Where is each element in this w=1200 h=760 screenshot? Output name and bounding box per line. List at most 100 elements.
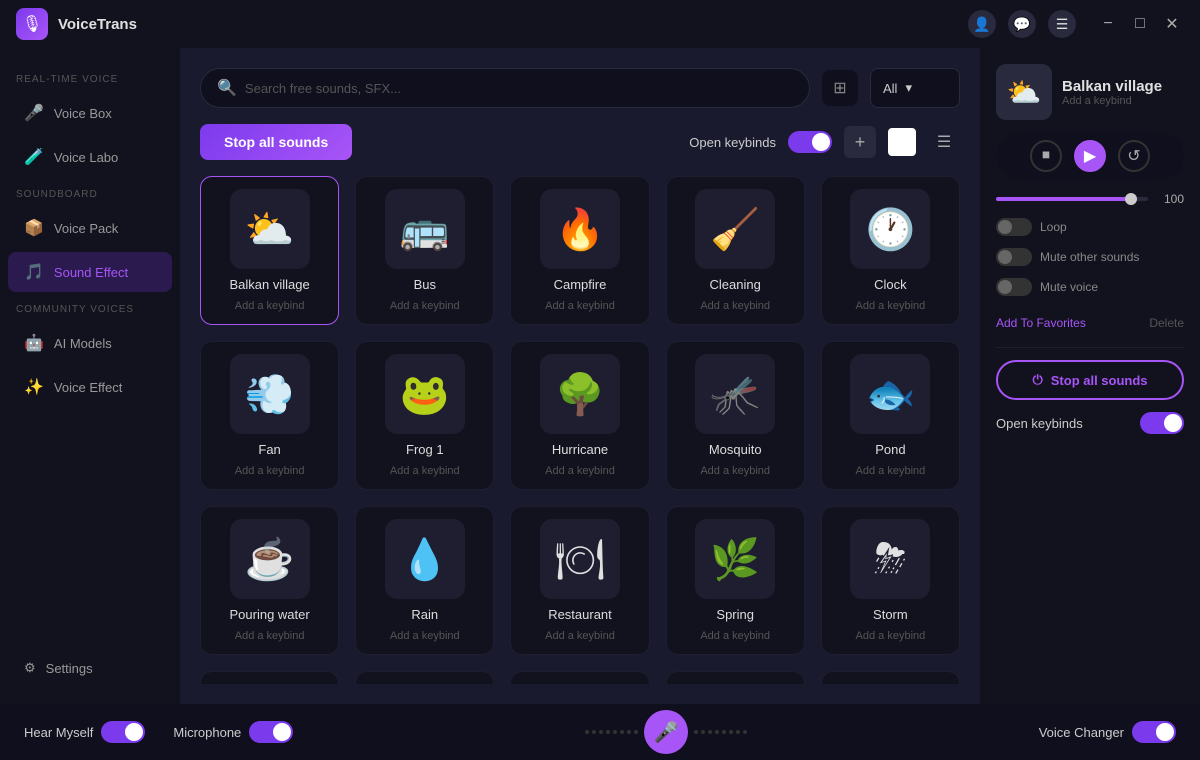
sound-card-cleaning[interactable]: 🧹CleaningAdd a keybind — [666, 176, 805, 325]
add-button[interactable]: + — [844, 126, 876, 158]
sound-keybind-campfire: Add a keybind — [545, 300, 615, 312]
sound-icon-fan: 💨 — [230, 354, 310, 434]
mic-button[interactable]: 🎤 — [644, 710, 688, 754]
sound-keybind-cleaning: Add a keybind — [700, 300, 770, 312]
sidebar-item-ai-models[interactable]: 🤖 AI Models — [8, 323, 172, 363]
sound-card-mosquito[interactable]: 🦟MosquitoAdd a keybind — [666, 341, 805, 490]
sound-card-hurricane[interactable]: 🌳HurricaneAdd a keybind — [510, 341, 649, 490]
voice-changer-toggle[interactable] — [1132, 721, 1176, 743]
sound-card-rain[interactable]: 💧RainAdd a keybind — [355, 506, 494, 655]
stop-button[interactable]: ⏹ — [1030, 140, 1062, 172]
voice-pack-icon: 📦 — [24, 218, 44, 238]
sound-keybind-mosquito: Add a keybind — [700, 465, 770, 477]
volume-slider[interactable] — [996, 197, 1148, 201]
sound-card-bus[interactable]: 🚌 Bus Add a keybind — [355, 176, 494, 325]
keybinds-toggle[interactable] — [788, 131, 832, 153]
close-button[interactable]: ✕ — [1160, 12, 1184, 36]
sidebar-item-voice-effect[interactable]: ✨ Voice Effect — [8, 367, 172, 407]
sound-card-partial4[interactable]: 🚗 — [666, 671, 805, 684]
hear-myself-toggle[interactable] — [101, 721, 145, 743]
sound-name-cleaning: Cleaning — [710, 277, 761, 292]
sound-card-partial5[interactable]: 🏍 — [821, 671, 960, 684]
sidebar-item-label: Voice Box — [54, 106, 112, 121]
right-panel: ⛅ Balkan village Add a keybind ⏹ ▶ ↺ 100 — [980, 48, 1200, 704]
mute-other-label: Mute other sounds — [1040, 250, 1139, 264]
sound-card-partial1[interactable]: 📟 — [200, 671, 339, 684]
sound-card-partial3[interactable]: 🌪 — [510, 671, 649, 684]
app-logo: 🎙 — [16, 8, 48, 40]
sidebar-item-label: AI Models — [54, 336, 112, 351]
right-dots — [694, 730, 747, 734]
power-icon: ⏻ — [1032, 372, 1042, 388]
search-box[interactable]: 🔍 — [200, 68, 810, 108]
mute-voice-label: Mute voice — [1040, 280, 1098, 294]
sound-card-partial2[interactable]: ⛈ — [355, 671, 494, 684]
add-favorites-button[interactable]: Add To Favorites — [996, 312, 1086, 335]
list-view-button[interactable]: ☰ — [928, 126, 960, 158]
sound-name-hurricane: Hurricane — [552, 442, 608, 457]
avatar-icon[interactable]: 👤 — [968, 10, 996, 38]
playback-controls: ⏹ ▶ ↺ — [996, 132, 1184, 180]
microphone-item: Microphone — [173, 721, 293, 743]
microphone-label: Microphone — [173, 725, 241, 740]
delete-button[interactable]: Delete — [1149, 312, 1184, 335]
category-dropdown[interactable]: All ▾ — [870, 68, 960, 108]
search-icon: 🔍 — [217, 78, 237, 98]
sound-keybind-pond: Add a keybind — [856, 465, 926, 477]
sound-name-restaurant: Restaurant — [548, 607, 612, 622]
panel-thumb-icon: ⛅ — [1007, 76, 1042, 109]
sound-keybind-bus: Add a keybind — [390, 300, 460, 312]
sound-card-pond[interactable]: 🐟PondAdd a keybind — [821, 341, 960, 490]
stop-all-button[interactable]: Stop all sounds — [200, 124, 352, 160]
sound-name-frog1: Frog 1 — [406, 442, 444, 457]
main-layout: REAL-TIME VOICE 🎤 Voice Box 🧪 Voice Labo… — [0, 48, 1200, 704]
panel-sound-sub: Add a keybind — [1062, 95, 1162, 107]
search-row: 🔍 ⊞ All ▾ — [200, 68, 960, 108]
grid-toggle-button[interactable]: ⊞ — [822, 70, 858, 106]
microphone-toggle[interactable] — [249, 721, 293, 743]
sound-card-frog1[interactable]: 🐸Frog 1Add a keybind — [355, 341, 494, 490]
sound-card-storm[interactable]: ⛈StormAdd a keybind — [821, 506, 960, 655]
menu-icon[interactable]: ☰ — [1048, 10, 1076, 38]
stop-all-panel-label: Stop all sounds — [1051, 373, 1148, 388]
sound-card-balkan-village[interactable]: ⛅Balkan villageAdd a keybind — [200, 176, 339, 325]
sidebar-item-sound-effect[interactable]: 🎵 Sound Effect — [8, 252, 172, 292]
hear-myself-item: Hear Myself — [24, 721, 145, 743]
sound-card-restaurant[interactable]: 🍽RestaurantAdd a keybind — [510, 506, 649, 655]
sound-name-balkan-village: Balkan village — [229, 277, 309, 292]
sound-card-spring[interactable]: 🌿SpringAdd a keybind — [666, 506, 805, 655]
color-picker[interactable] — [888, 128, 916, 156]
settings-icon: ⚙ — [24, 660, 36, 676]
stop-all-panel-button[interactable]: ⏻ Stop all sounds — [996, 360, 1184, 400]
sidebar-item-voice-labo[interactable]: 🧪 Voice Labo — [8, 137, 172, 177]
sidebar-item-voice-pack[interactable]: 📦 Voice Pack — [8, 208, 172, 248]
open-keybinds-toggle[interactable] — [1140, 412, 1184, 434]
loop-option: Loop — [996, 218, 1184, 236]
mute-voice-toggle[interactable] — [996, 278, 1032, 296]
repeat-button[interactable]: ↺ — [1118, 140, 1150, 172]
loop-toggle[interactable] — [996, 218, 1032, 236]
sound-effect-icon: 🎵 — [24, 262, 44, 282]
play-button[interactable]: ▶ — [1074, 140, 1106, 172]
search-input[interactable] — [245, 81, 793, 96]
sidebar-item-voice-box[interactable]: 🎤 Voice Box — [8, 93, 172, 133]
discord-icon[interactable]: 💬 — [1008, 10, 1036, 38]
maximize-button[interactable]: □ — [1128, 12, 1152, 36]
sound-card-fan[interactable]: 💨FanAdd a keybind — [200, 341, 339, 490]
sound-card-pouring-water[interactable]: ☕Pouring waterAdd a keybind — [200, 506, 339, 655]
sound-icon-balkan-village: ⛅ — [230, 189, 310, 269]
titlebar: 🎙 VoiceTrans 👤 💬 ☰ − □ ✕ — [0, 0, 1200, 48]
settings-item[interactable]: ⚙ Settings — [8, 650, 172, 686]
sound-card-clock[interactable]: 🕐ClockAdd a keybind — [821, 176, 960, 325]
sidebar-item-label: Sound Effect — [54, 265, 128, 280]
minimize-button[interactable]: − — [1096, 12, 1120, 36]
titlebar-left: 🎙 VoiceTrans — [16, 8, 137, 40]
mute-other-toggle[interactable] — [996, 248, 1032, 266]
sound-name-bus: Bus — [414, 277, 436, 292]
sound-icon-pouring-water: ☕ — [230, 519, 310, 599]
sound-icon-bus: 🚌 — [385, 189, 465, 269]
open-keybinds-label: Open keybinds — [689, 135, 776, 150]
mute-voice-option: Mute voice — [996, 278, 1184, 296]
sidebar-item-label: Voice Pack — [54, 221, 118, 236]
sound-card-campfire[interactable]: 🔥CampfireAdd a keybind — [510, 176, 649, 325]
